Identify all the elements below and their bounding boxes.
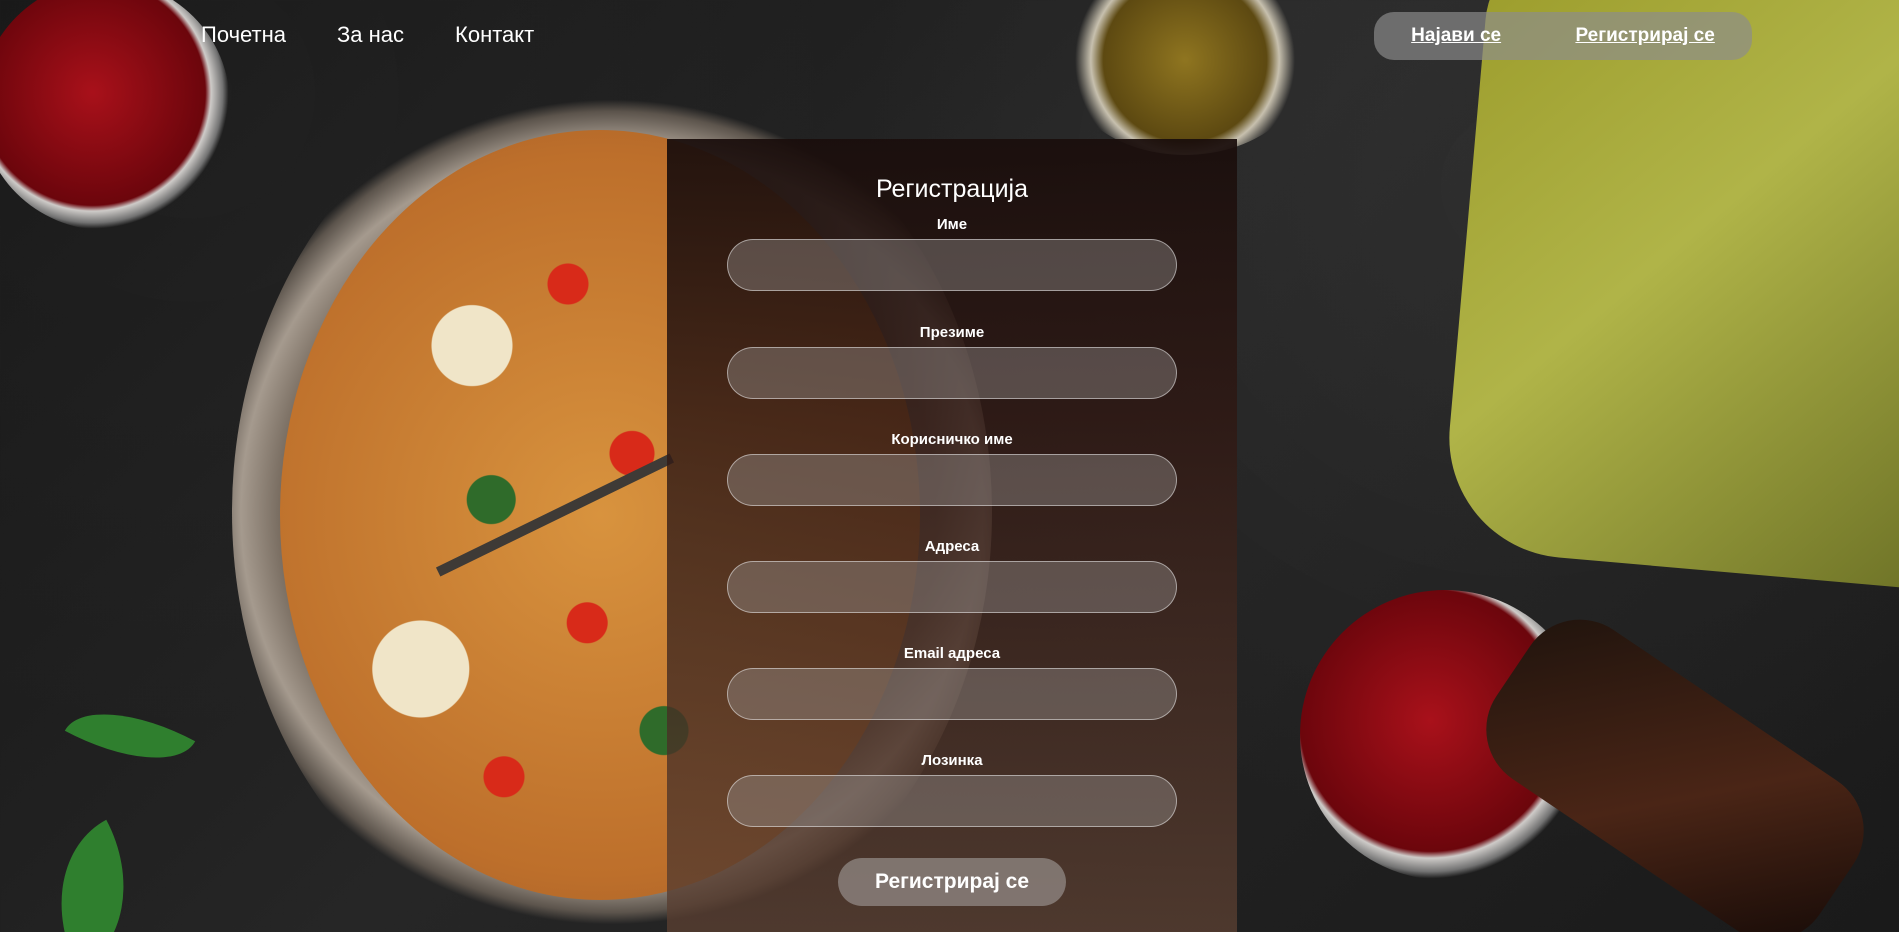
first-name-group: Име bbox=[727, 216, 1177, 291]
address-input[interactable] bbox=[727, 561, 1177, 613]
username-group: Корисничко име bbox=[727, 431, 1177, 506]
last-name-input[interactable] bbox=[727, 347, 1177, 399]
wine-glass-top-left bbox=[0, 0, 230, 230]
first-name-label: Име bbox=[936, 216, 968, 233]
last-name-label: Презиме bbox=[919, 324, 985, 341]
email-group: Email адреса bbox=[727, 645, 1177, 720]
auth-navigation: Најави се Регистрирај се bbox=[1374, 12, 1752, 60]
nav-about-link[interactable]: За нас bbox=[337, 22, 404, 48]
address-group: Адреса bbox=[727, 538, 1177, 613]
register-submit-button[interactable]: Регистрирај се bbox=[838, 858, 1066, 906]
register-link[interactable]: Регистрирај се bbox=[1575, 25, 1714, 47]
first-name-input[interactable] bbox=[727, 239, 1177, 291]
last-name-group: Презиме bbox=[727, 324, 1177, 399]
email-input[interactable] bbox=[727, 668, 1177, 720]
password-group: Лозинка bbox=[727, 752, 1177, 827]
password-label: Лозинка bbox=[921, 752, 983, 769]
basil-leaf bbox=[64, 684, 196, 788]
basil-leaf bbox=[22, 819, 163, 932]
username-input[interactable] bbox=[727, 454, 1177, 506]
registration-form: Регистрација Име Презиме Корисничко име … bbox=[667, 139, 1237, 932]
password-input[interactable] bbox=[727, 775, 1177, 827]
username-label: Корисничко име bbox=[891, 431, 1013, 448]
email-label: Email адреса bbox=[903, 645, 1001, 662]
nav-home-link[interactable]: Почетна bbox=[201, 22, 286, 48]
nav-contact-link[interactable]: Контакт bbox=[455, 22, 534, 48]
login-link[interactable]: Најави се bbox=[1411, 25, 1501, 47]
main-navigation: Почетна За нас Контакт bbox=[201, 22, 534, 48]
form-title: Регистрација bbox=[875, 175, 1029, 203]
green-napkin bbox=[1439, 0, 1899, 591]
oil-jar bbox=[1060, 0, 1310, 155]
address-label: Адреса bbox=[924, 538, 980, 555]
